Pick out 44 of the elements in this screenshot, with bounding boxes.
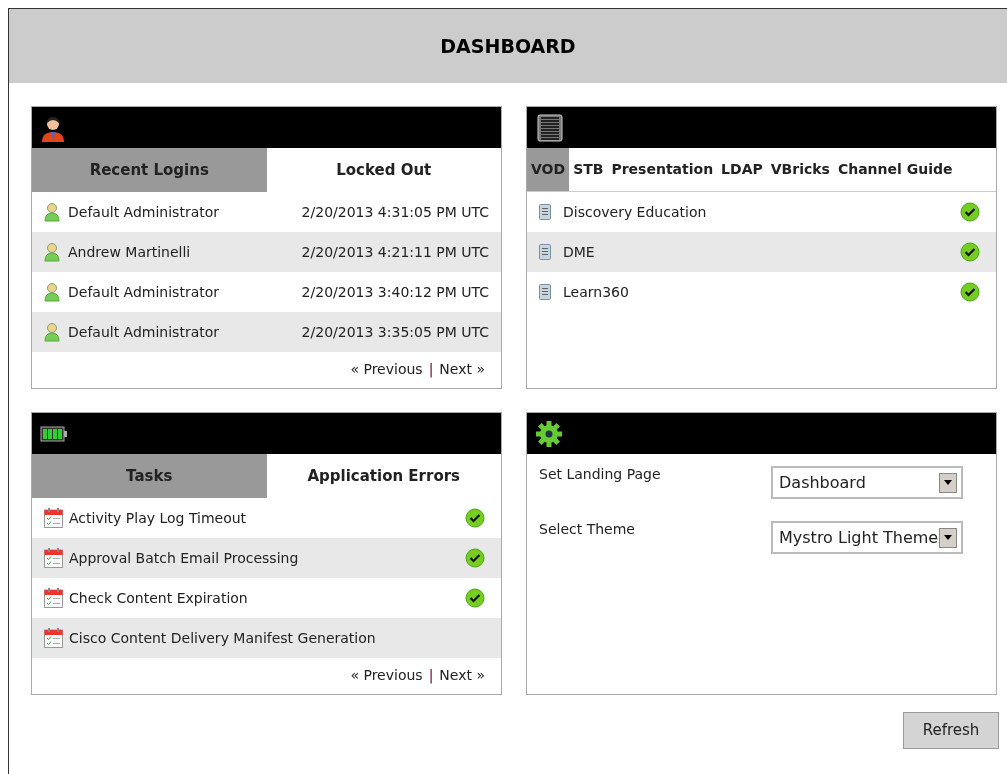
- setting-label: Select Theme: [539, 520, 636, 539]
- task-name: Check Content Expiration: [69, 588, 248, 608]
- next-link[interactable]: Next »: [439, 359, 485, 380]
- checklist-calendar-icon: [44, 508, 63, 528]
- user-icon: [44, 202, 60, 222]
- checklist-calendar-icon: [44, 588, 63, 608]
- task-name: Activity Play Log Timeout: [69, 508, 247, 528]
- user-icon: [44, 282, 60, 302]
- user-name: Default Administrator: [68, 202, 220, 222]
- task-name: Cisco Content Delivery Manifest Generation: [69, 628, 376, 648]
- tab[interactable]: VOD: [527, 148, 570, 191]
- login-time: 2/20/2013 4:21:11 PM UTC: [301, 242, 489, 262]
- login-time: 2/20/2013 4:31:05 PM UTC: [301, 202, 489, 222]
- page-title: DASHBOARD: [440, 33, 576, 59]
- tab[interactable]: Recent Logins: [32, 148, 267, 192]
- gear-icon: [535, 419, 563, 448]
- user-icon: [44, 322, 60, 342]
- dropdown[interactable]: Mystro Light Theme: [771, 521, 963, 554]
- document-icon: [539, 204, 551, 220]
- user-icon: [44, 242, 60, 262]
- setting-label: Set Landing Page: [539, 465, 662, 484]
- previous-link[interactable]: « Previous: [350, 665, 423, 686]
- service-name: Discovery Education: [563, 202, 707, 222]
- battery-icon: [40, 425, 68, 442]
- previous-link[interactable]: « Previous: [350, 359, 423, 380]
- pager-separator: |: [428, 666, 434, 686]
- server-rack-icon: [535, 113, 565, 142]
- login-time: 2/20/2013 3:35:05 PM UTC: [301, 322, 489, 342]
- service-name: Learn360: [563, 282, 629, 302]
- service-name: DME: [563, 242, 595, 262]
- user-name: Default Administrator: [68, 282, 220, 302]
- tab[interactable]: Tasks: [32, 454, 267, 498]
- document-icon: [539, 244, 551, 260]
- login-time: 2/20/2013 3:40:12 PM UTC: [301, 282, 489, 302]
- refresh-button[interactable]: Refresh: [903, 712, 999, 749]
- checklist-calendar-icon: [44, 548, 63, 568]
- pager-separator: |: [428, 360, 434, 380]
- task-name: Approval Batch Email Processing: [69, 548, 299, 568]
- document-icon: [539, 284, 551, 300]
- user-name: Andrew Martinelli: [68, 242, 191, 262]
- next-link[interactable]: Next »: [439, 665, 485, 686]
- dropdown[interactable]: Dashboard: [771, 466, 963, 499]
- checklist-calendar-icon: [44, 628, 63, 648]
- user-name: Default Administrator: [68, 322, 220, 342]
